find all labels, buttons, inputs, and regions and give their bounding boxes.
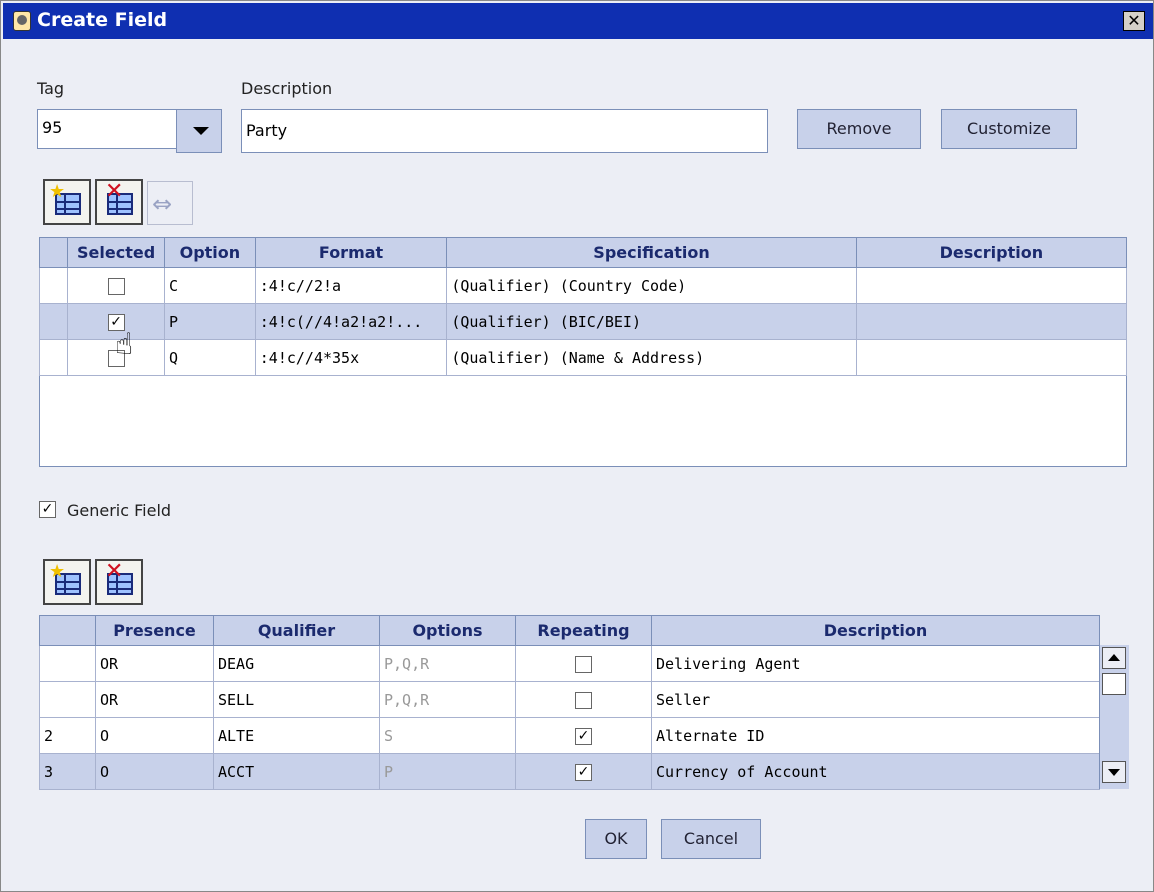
qualifier-cell[interactable]: ALTE <box>213 717 380 754</box>
row-number: 2 <box>39 717 96 754</box>
header-presence[interactable]: Presence <box>95 615 214 646</box>
table-row[interactable]: Q :4!c//4*35x (Qualifier) (Name & Addres… <box>38 339 1128 376</box>
generic-field-checkbox[interactable]: ✓ <box>39 501 56 518</box>
specification-cell[interactable]: (Qualifier) (Country Code) <box>446 267 857 304</box>
tag-dropdown-button[interactable] <box>176 109 222 153</box>
options-cell[interactable]: S <box>379 717 516 754</box>
description-cell[interactable]: Seller <box>651 681 1100 718</box>
header-qualifier[interactable]: Qualifier <box>213 615 380 646</box>
tag-input[interactable]: 95 <box>37 109 177 149</box>
description-cell[interactable] <box>855 339 1128 376</box>
row-number <box>38 339 69 376</box>
x-icon: ✕ <box>105 179 124 204</box>
header-selected[interactable]: Selected <box>67 237 166 268</box>
qualifier-table: Presence Qualifier Options Repeating Des… <box>39 615 1100 790</box>
generic-field-label: Generic Field <box>67 501 172 520</box>
row-number <box>39 681 96 718</box>
header-description[interactable]: Description <box>651 615 1100 646</box>
app-icon <box>13 11 31 31</box>
table-row[interactable]: OR SELL P,Q,R Seller <box>39 681 1100 718</box>
description-cell[interactable]: Currency of Account <box>651 753 1100 790</box>
repeating-checkbox[interactable] <box>575 691 592 709</box>
qualifier-cell[interactable]: SELL <box>213 681 380 718</box>
row-number <box>38 267 69 304</box>
delete-qualifier-button[interactable]: ✕ <box>95 559 143 605</box>
presence-cell[interactable]: OR <box>95 681 214 718</box>
description-label: Description <box>241 79 333 98</box>
qualifier-cell[interactable]: DEAG <box>213 645 380 682</box>
presence-cell[interactable]: O <box>95 717 214 754</box>
format-cell[interactable]: :4!c(//4!a2!a2!... <box>254 303 448 340</box>
table-row[interactable]: ✓ P :4!c(//4!a2!a2!... (Qualifier) (BIC/… <box>38 303 1128 340</box>
options-table: Selected Option Format Specification Des… <box>38 237 1128 376</box>
window-title: Create Field <box>37 9 168 31</box>
scroll-down-button[interactable] <box>1102 761 1126 783</box>
presence-cell[interactable]: O <box>95 753 214 790</box>
format-cell[interactable]: :4!c//2!a <box>254 267 448 304</box>
row-header-corner <box>39 615 96 646</box>
repeating-checkbox[interactable] <box>575 655 592 673</box>
ok-button[interactable]: OK <box>585 819 647 859</box>
options-cell[interactable]: P <box>379 753 516 790</box>
description-cell[interactable]: Delivering Agent <box>651 645 1100 682</box>
customize-button[interactable]: Customize <box>941 109 1077 149</box>
row-number <box>39 645 96 682</box>
title-bar: Create Field ✕ <box>3 3 1153 39</box>
header-repeating[interactable]: Repeating <box>515 615 652 646</box>
x-icon: ✕ <box>105 559 124 584</box>
presence-cell[interactable]: OR <box>95 645 214 682</box>
swap-button[interactable]: ⇔ <box>147 181 193 225</box>
description-cell[interactable] <box>855 303 1128 340</box>
option-cell[interactable]: Q <box>164 339 256 376</box>
create-field-dialog: Create Field ✕ Tag 95 Description Party … <box>0 0 1154 892</box>
row-number: 3 <box>39 753 96 790</box>
star-icon: ★ <box>49 181 66 202</box>
mouse-cursor-icon: ☝ <box>115 327 134 362</box>
table-row[interactable]: 2 O ALTE S ✓ Alternate ID <box>39 717 1100 754</box>
qualifier-scrollbar[interactable] <box>1099 645 1129 789</box>
option-cell[interactable]: C <box>164 267 256 304</box>
description-cell[interactable] <box>855 267 1128 304</box>
options-cell[interactable]: P,Q,R <box>379 645 516 682</box>
scroll-thumb[interactable] <box>1102 673 1126 695</box>
format-cell[interactable]: :4!c//4*35x <box>254 339 448 376</box>
options-cell[interactable]: P,Q,R <box>379 681 516 718</box>
repeating-checkbox[interactable]: ✓ <box>575 763 592 781</box>
scroll-up-button[interactable] <box>1102 647 1126 669</box>
specification-cell[interactable]: (Qualifier) (Name & Address) <box>446 339 857 376</box>
remove-button[interactable]: Remove <box>797 109 921 149</box>
option-cell[interactable]: P <box>164 303 256 340</box>
table-row[interactable]: C :4!c//2!a (Qualifier) (Country Code) <box>38 267 1128 304</box>
description-input[interactable]: Party <box>241 109 768 153</box>
selected-checkbox[interactable] <box>107 277 125 295</box>
header-description[interactable]: Description <box>855 237 1128 268</box>
close-button[interactable]: ✕ <box>1123 11 1145 31</box>
row-number <box>38 303 69 340</box>
tag-label: Tag <box>37 79 65 98</box>
cancel-button[interactable]: Cancel <box>661 819 761 859</box>
add-qualifier-button[interactable]: ★ <box>43 559 91 605</box>
row-header-corner <box>38 237 69 268</box>
header-option[interactable]: Option <box>164 237 256 268</box>
description-cell[interactable]: Alternate ID <box>651 717 1100 754</box>
header-specification[interactable]: Specification <box>446 237 857 268</box>
table-row[interactable]: OR DEAG P,Q,R Delivering Agent <box>39 645 1100 682</box>
repeating-checkbox[interactable]: ✓ <box>575 727 592 745</box>
add-option-button[interactable]: ★ <box>43 179 91 225</box>
qualifier-cell[interactable]: ACCT <box>213 753 380 790</box>
star-icon: ★ <box>49 561 66 582</box>
header-options[interactable]: Options <box>379 615 516 646</box>
swap-arrows-icon: ⇔ <box>152 190 173 218</box>
table-row[interactable]: 3 O ACCT P ✓ Currency of Account <box>39 753 1100 790</box>
delete-option-button[interactable]: ✕ <box>95 179 143 225</box>
specification-cell[interactable]: (Qualifier) (BIC/BEI) <box>446 303 857 340</box>
header-format[interactable]: Format <box>254 237 448 268</box>
